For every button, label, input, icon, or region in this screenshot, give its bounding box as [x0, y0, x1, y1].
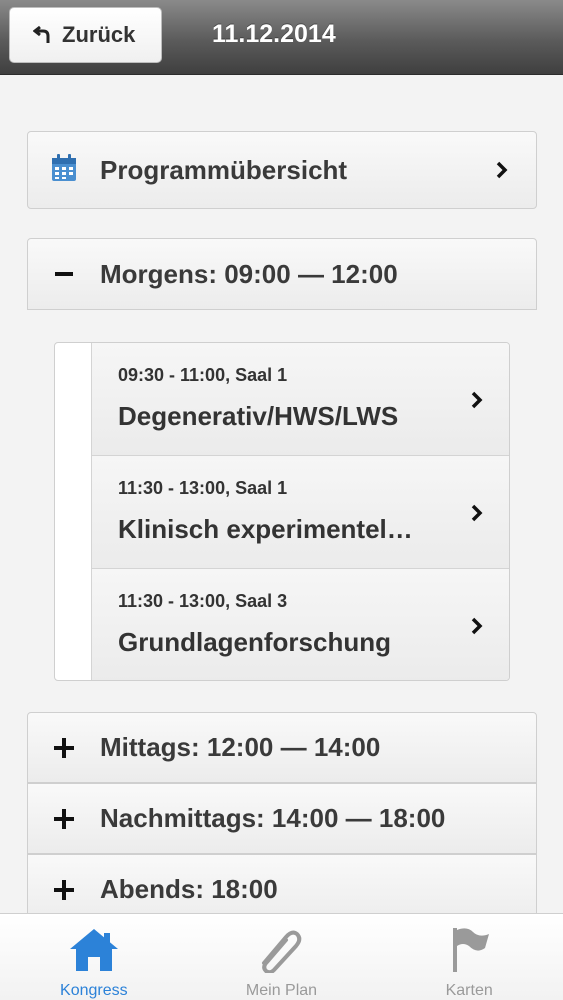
back-button-label: Zurück: [62, 22, 136, 47]
tab-mein-plan[interactable]: Mein Plan: [188, 914, 376, 1000]
tab-label: Kongress: [60, 982, 128, 999]
session-list: 09:30 - 11:00, Saal 1 Degenerativ/HWS/LW…: [54, 342, 510, 681]
expand-plus-icon: [54, 808, 74, 829]
section-midday-label: Mittags: 12:00 — 14:00: [100, 732, 381, 762]
expand-plus-icon: [54, 737, 74, 758]
session-item[interactable]: 11:30 - 13:00, Saal 3 Grundlagenforschun…: [91, 569, 509, 680]
paperclip-icon: [254, 924, 310, 976]
session-time-room: 09:30 - 11:00, Saal 1: [118, 365, 288, 385]
tab-bar: Kongress Mein Plan Karten: [0, 913, 563, 1000]
section-afternoon-label: Nachmittags: 14:00 — 18:00: [100, 803, 446, 833]
session-time-room: 11:30 - 13:00, Saal 3: [118, 591, 288, 611]
chevron-right-icon: [469, 503, 485, 523]
calendar-icon: [51, 153, 77, 187]
flag-icon: [441, 924, 497, 976]
section-midday-header[interactable]: Mittags: 12:00 — 14:00: [27, 712, 537, 783]
chevron-right-icon: [469, 390, 485, 410]
nav-bar: Zurück 11.12.2014: [0, 0, 563, 75]
session-time-room: 11:30 - 13:00, Saal 1: [118, 478, 288, 498]
program-overview-label: Programmübersicht: [100, 154, 348, 185]
session-item[interactable]: 09:30 - 11:00, Saal 1 Degenerativ/HWS/LW…: [91, 343, 509, 456]
back-arrow-icon: [30, 23, 54, 47]
session-title: Grundlagenforschung: [118, 627, 391, 657]
tab-label: Mein Plan: [245, 982, 318, 999]
section-morning-header[interactable]: Morgens: 09:00 — 12:00: [27, 238, 537, 310]
chevron-right-icon: [469, 616, 485, 636]
session-item[interactable]: 11:30 - 13:00, Saal 1 Klinisch experimen…: [91, 456, 509, 569]
tab-kongress[interactable]: Kongress: [0, 914, 188, 1000]
back-button[interactable]: Zurück: [9, 7, 162, 63]
collapse-minus-icon: [55, 272, 73, 276]
program-overview-row[interactable]: Programmübersicht: [27, 131, 537, 209]
section-evening-label: Abends: 18:00: [100, 874, 278, 904]
tab-karten[interactable]: Karten: [375, 914, 563, 1000]
chevron-right-icon: [494, 160, 510, 180]
home-icon: [66, 924, 122, 976]
page-title: 11.12.2014: [212, 20, 336, 48]
section-morning-label: Morgens: 09:00 — 12:00: [100, 258, 398, 289]
section-afternoon-header[interactable]: Nachmittags: 14:00 — 18:00: [27, 783, 537, 854]
session-title: Degenerativ/HWS/LWS: [118, 401, 399, 431]
expand-plus-icon: [54, 879, 74, 900]
tab-label: Karten: [445, 982, 493, 999]
session-title: Klinisch experimentel…: [118, 514, 413, 544]
